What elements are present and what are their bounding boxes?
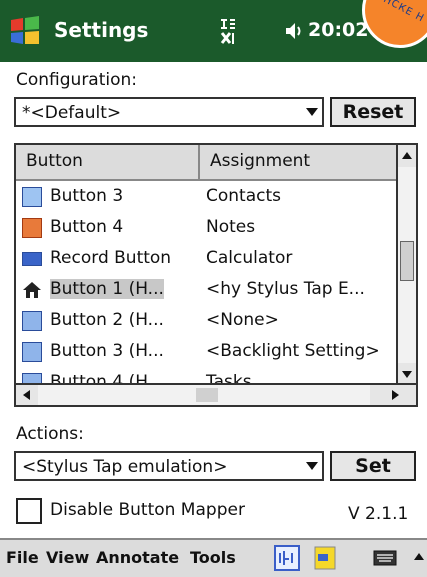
row-assignment-label: <Backlight Setting> <box>206 341 380 361</box>
reset-button[interactable]: Reset <box>330 97 416 127</box>
scroll-left-button[interactable] <box>16 385 38 405</box>
vertical-scroll-thumb[interactable] <box>400 241 414 281</box>
actions-label: Actions: <box>16 424 84 444</box>
row-button-label: Button 3 <box>50 186 124 206</box>
contacts-icon <box>22 187 42 207</box>
list-item[interactable]: Button 3 (H... <Backlight Setting> <box>16 336 398 367</box>
window-icon <box>22 311 42 331</box>
scroll-right-button[interactable] <box>370 385 416 405</box>
horizontal-scrollbar[interactable] <box>16 383 416 405</box>
button-assignment-list[interactable]: Button Assignment Button 3 Contacts Butt… <box>14 143 418 407</box>
arrow-right-icon <box>392 390 399 400</box>
column-header-button[interactable]: Button <box>16 145 200 179</box>
row-button-label: Button 1 (H... <box>50 279 164 299</box>
row-button-label: Button 3 (H... <box>50 341 164 361</box>
row-assignment-label: Contacts <box>206 186 281 206</box>
row-button-label: Record Button <box>50 248 172 268</box>
input-panel-icon[interactable] <box>274 545 300 571</box>
row-button-label: Button 2 (H... <box>50 310 164 330</box>
menu-annotate[interactable]: Annotate <box>96 548 179 567</box>
row-assignment-label: <None> <box>206 310 279 330</box>
row-assignment-label: Calculator <box>206 248 293 268</box>
row-assignment-label: Notes <box>206 217 256 237</box>
vertical-scrollbar[interactable] <box>396 145 416 385</box>
column-header-assignment[interactable]: Assignment <box>200 145 398 179</box>
keyboard-icon[interactable] <box>372 545 398 571</box>
window-title: Settings <box>54 18 149 42</box>
clock[interactable]: 20:02 <box>308 19 368 41</box>
notes-icon <box>22 218 42 238</box>
list-item[interactable]: Button 2 (H... <None> <box>16 305 398 336</box>
scroll-down-button[interactable] <box>398 363 416 385</box>
windows-start-icon[interactable] <box>8 14 42 48</box>
arrow-left-icon <box>23 390 30 400</box>
list-item[interactable]: Record Button Calculator <box>16 243 398 274</box>
chevron-down-icon <box>306 462 318 470</box>
actions-select[interactable]: <Stylus Tap emulation> <box>14 451 324 481</box>
chevron-down-icon <box>306 108 318 116</box>
actions-select-value: <Stylus Tap emulation> <box>22 457 228 477</box>
note-icon[interactable] <box>312 545 338 571</box>
scroll-up-button[interactable] <box>398 145 416 167</box>
configuration-select[interactable]: *<Default> <box>14 97 324 127</box>
configuration-label: Configuration: <box>16 70 138 90</box>
record-icon <box>22 252 42 266</box>
menu-tools[interactable]: Tools <box>190 548 236 567</box>
home-icon <box>23 282 41 298</box>
list-item[interactable]: Button 3 Contacts <box>16 181 398 212</box>
menu-bar: File View Annotate Tools <box>0 538 427 577</box>
title-bar: Settings 20:02 ЯНСКЕ Н <box>0 0 427 62</box>
list-header: Button Assignment <box>16 145 398 181</box>
horizontal-scroll-thumb[interactable] <box>196 388 218 402</box>
menu-file[interactable]: File <box>6 548 39 567</box>
set-button[interactable]: Set <box>330 451 416 481</box>
arrow-down-icon <box>402 371 412 378</box>
row-button-label: Button 4 <box>50 217 124 237</box>
list-item[interactable]: Button 4 Notes <box>16 212 398 243</box>
arrow-up-icon[interactable] <box>414 553 424 560</box>
disable-button-mapper-label[interactable]: Disable Button Mapper <box>50 500 245 520</box>
disable-button-mapper-checkbox[interactable] <box>16 498 42 524</box>
menu-view[interactable]: View <box>46 548 89 567</box>
configuration-select-value: *<Default> <box>22 103 122 123</box>
arrow-up-icon <box>402 152 412 159</box>
list-item[interactable]: Button 1 (H... <hy Stylus Tap E... <box>16 274 398 305</box>
window-icon <box>22 342 42 362</box>
volume-icon[interactable] <box>284 20 302 42</box>
version-label: V 2.1.1 <box>348 504 409 524</box>
row-assignment-label: <hy Stylus Tap E... <box>206 279 365 299</box>
connectivity-icon[interactable] <box>218 16 238 46</box>
